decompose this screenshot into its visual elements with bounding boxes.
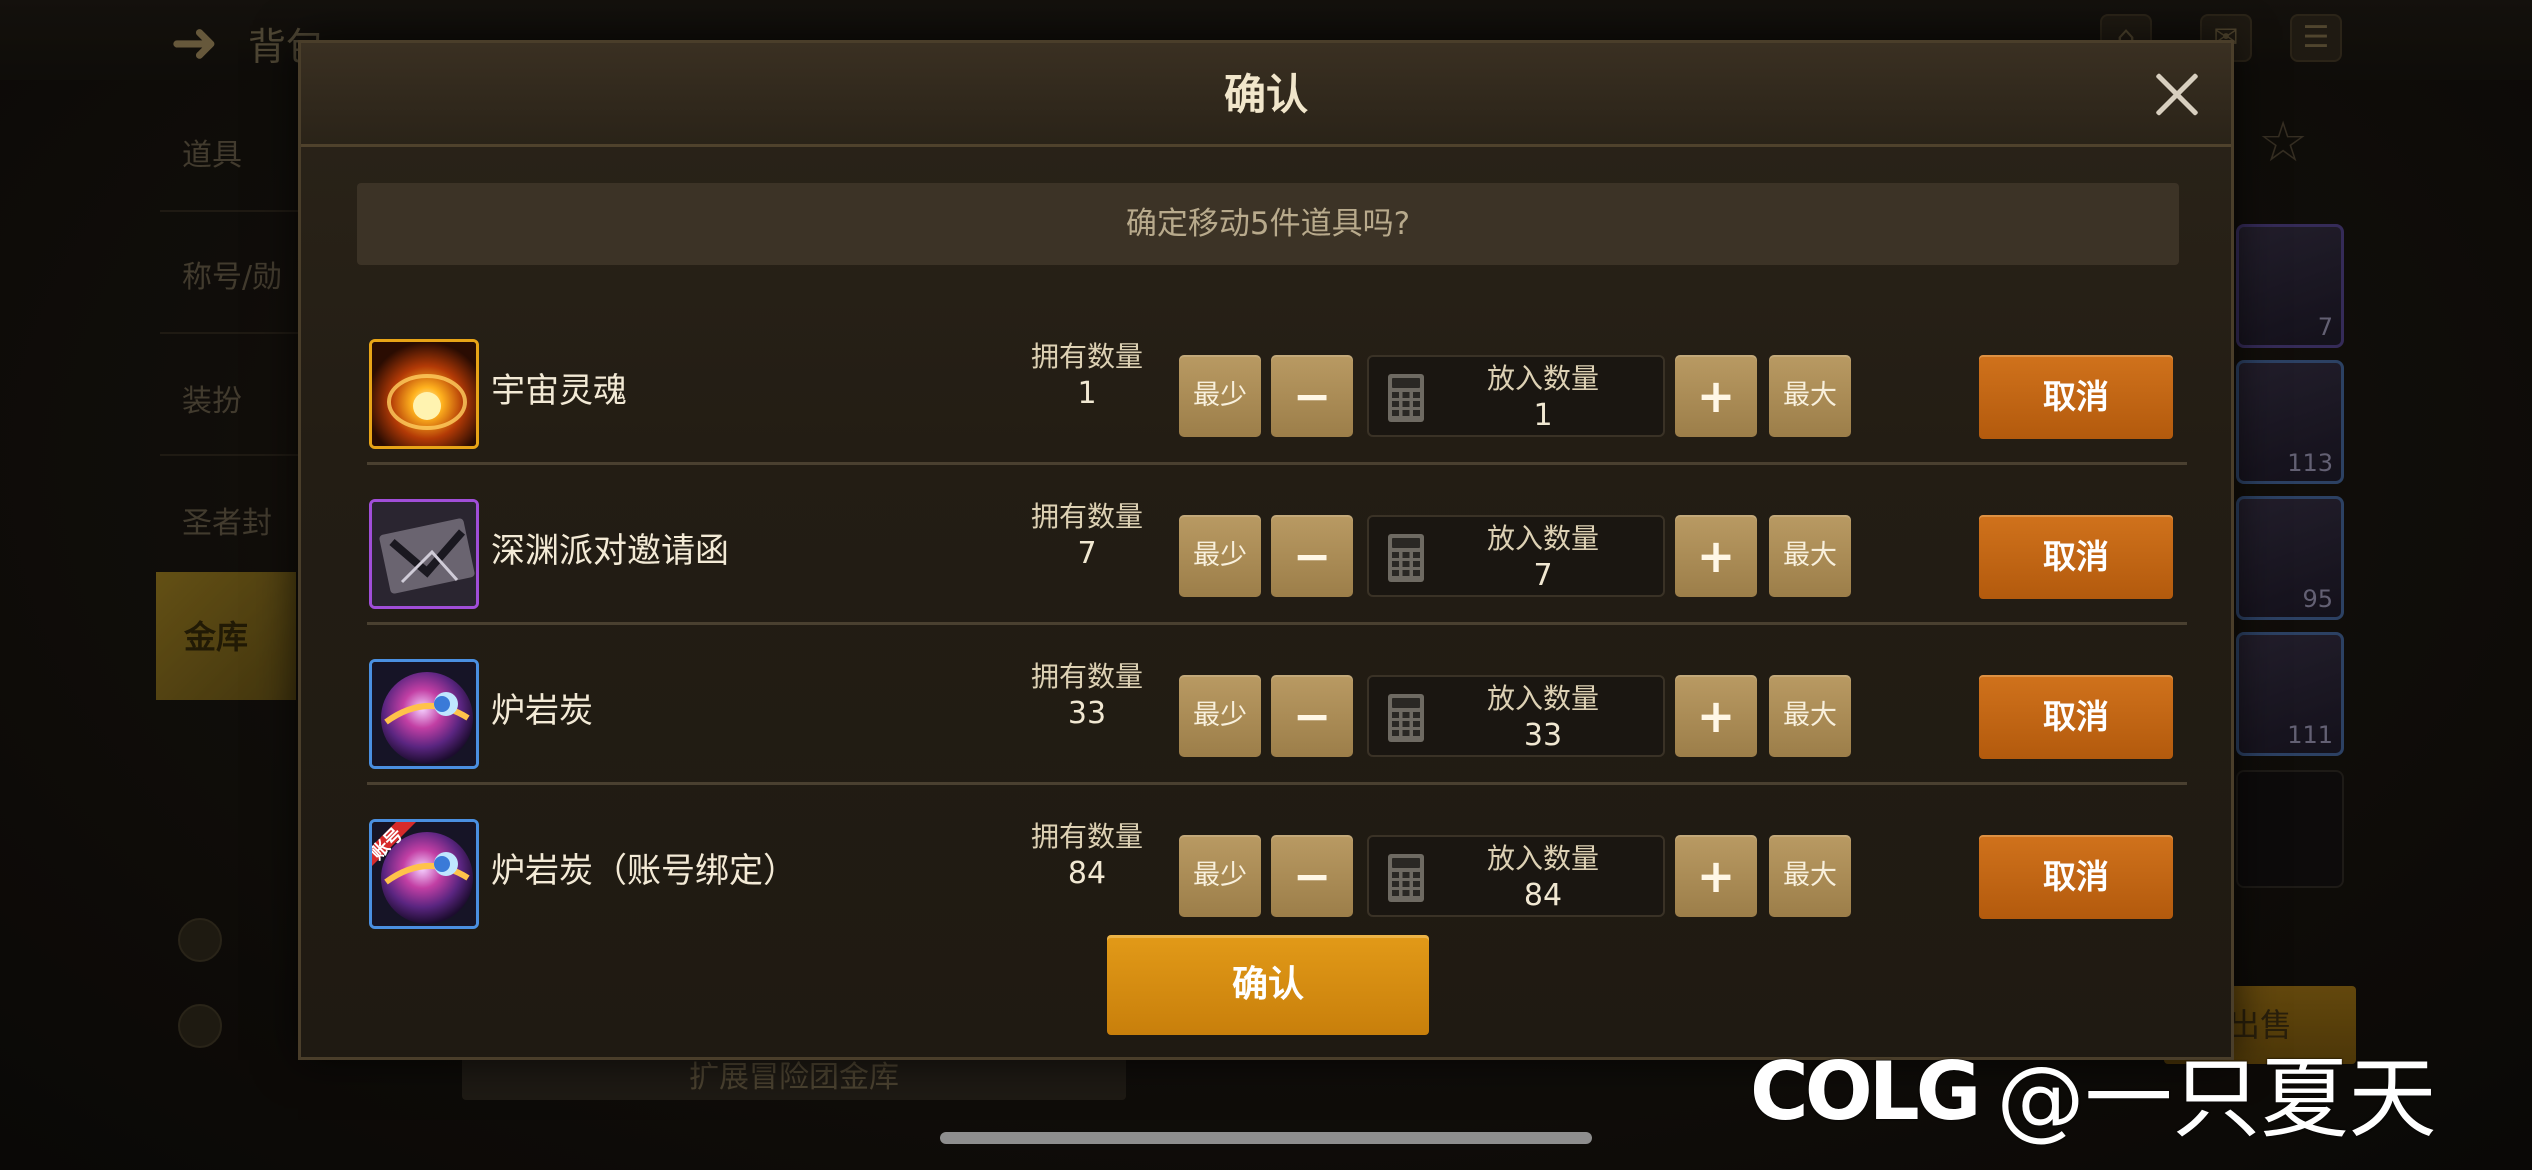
max-button[interactable]: 最大 — [1769, 835, 1851, 917]
put-in-value: 84 — [1523, 878, 1563, 913]
calculator-icon — [1388, 534, 1424, 582]
owned-label: 拥有数量 — [1030, 660, 1143, 693]
put-in-value: 33 — [1523, 718, 1563, 753]
close-icon[interactable] — [2145, 63, 2209, 127]
item-name: 深渊派对邀请函 — [491, 531, 729, 571]
game-screen: ➜ 背包 ⌂ ✉ ☰ 道具 称号/勋 装扮 圣者封 金库 扩展冒险团金库 ☆ 7… — [0, 0, 2532, 1170]
plus-icon: + — [1696, 849, 1736, 903]
home-indicator[interactable] — [940, 1132, 1592, 1144]
put-in-value: 1 — [1533, 398, 1553, 433]
put-in-quantity-input[interactable]: 放入数量 7 — [1367, 515, 1665, 597]
plus-icon: + — [1696, 689, 1736, 743]
decrease-button[interactable]: − — [1271, 515, 1353, 597]
item-row: 宇宙灵魂 拥有数量 1 最少 − 放入数量 1 + 最大 取消 — [367, 305, 2187, 465]
calculator-icon — [1388, 374, 1424, 422]
watermark-logo: COLG — [1750, 1045, 1981, 1138]
decrease-button[interactable]: − — [1271, 835, 1353, 917]
cancel-item-button[interactable]: 取消 — [1979, 355, 2173, 439]
item-row: 深渊派对邀请函 拥有数量 7 最少 − 放入数量 7 + 最大 取消 — [367, 465, 2187, 625]
owned-quantity: 拥有数量 84 — [1017, 819, 1157, 893]
item-row: 炉岩炭 拥有数量 33 最少 − 放入数量 33 + 最大 取消 — [367, 625, 2187, 785]
min-button[interactable]: 最少 — [1179, 835, 1261, 917]
cancel-item-button[interactable]: 取消 — [1979, 675, 2173, 759]
owned-label: 拥有数量 — [1030, 340, 1143, 373]
min-button[interactable]: 最少 — [1179, 515, 1261, 597]
calculator-icon — [1388, 854, 1424, 902]
owned-value: 33 — [1067, 696, 1107, 731]
put-in-quantity: 放入数量 33 — [1473, 681, 1613, 755]
put-in-quantity-input[interactable]: 放入数量 33 — [1367, 675, 1665, 757]
put-in-quantity: 放入数量 7 — [1473, 521, 1613, 595]
furnace-rock-charcoal-icon — [369, 659, 479, 769]
owned-value: 7 — [1077, 536, 1097, 571]
plus-icon: + — [1696, 529, 1736, 583]
increase-button[interactable]: + — [1675, 835, 1757, 917]
dialog-header: 确认 — [301, 43, 2231, 147]
furnace-rock-charcoal-bound-icon: 账号 — [369, 819, 479, 929]
owned-value: 84 — [1067, 856, 1107, 891]
max-button[interactable]: 最大 — [1769, 675, 1851, 757]
put-in-label: 放入数量 — [1486, 842, 1599, 875]
abyss-party-invitation-icon — [369, 499, 479, 609]
confirm-button[interactable]: 确认 — [1107, 935, 1429, 1035]
cancel-item-button[interactable]: 取消 — [1979, 515, 2173, 599]
put-in-label: 放入数量 — [1486, 682, 1599, 715]
cosmic-soul-icon — [369, 339, 479, 449]
min-button[interactable]: 最少 — [1179, 355, 1261, 437]
minus-icon: − — [1292, 369, 1332, 423]
put-in-quantity: 放入数量 84 — [1473, 841, 1613, 915]
put-in-quantity-input[interactable]: 放入数量 84 — [1367, 835, 1665, 917]
minus-icon: − — [1292, 849, 1332, 903]
item-name: 宇宙灵魂 — [491, 371, 627, 411]
owned-quantity: 拥有数量 1 — [1017, 339, 1157, 413]
put-in-label: 放入数量 — [1486, 362, 1599, 395]
owned-quantity: 拥有数量 33 — [1017, 659, 1157, 733]
confirm-dialog: 确认 确定移动5件道具吗? 宇宙灵魂 拥有数量 1 最少 − 放入数量 1 + … — [298, 40, 2234, 1060]
decrease-button[interactable]: − — [1271, 675, 1353, 757]
max-button[interactable]: 最大 — [1769, 515, 1851, 597]
watermark-text: @一只夏天 — [1996, 1047, 2437, 1150]
item-row: 账号 炉岩炭（账号绑定） 拥有数量 84 最少 − 放入数量 84 + 最大 取… — [367, 785, 2187, 945]
watermark: COLG @一只夏天 — [1750, 1028, 2436, 1150]
owned-label: 拥有数量 — [1030, 820, 1143, 853]
put-in-quantity-input[interactable]: 放入数量 1 — [1367, 355, 1665, 437]
decrease-button[interactable]: − — [1271, 355, 1353, 437]
owned-quantity: 拥有数量 7 — [1017, 499, 1157, 573]
calculator-icon — [1388, 694, 1424, 742]
cancel-item-button[interactable]: 取消 — [1979, 835, 2173, 919]
put-in-quantity: 放入数量 1 — [1473, 361, 1613, 435]
item-name: 炉岩炭（账号绑定） — [491, 851, 797, 891]
dialog-prompt: 确定移动5件道具吗? — [357, 183, 2179, 265]
item-name: 炉岩炭 — [491, 691, 593, 731]
dialog-title: 确认 — [1223, 70, 1308, 119]
max-button[interactable]: 最大 — [1769, 355, 1851, 437]
increase-button[interactable]: + — [1675, 675, 1757, 757]
minus-icon: − — [1292, 529, 1332, 583]
put-in-label: 放入数量 — [1486, 522, 1599, 555]
owned-label: 拥有数量 — [1030, 500, 1143, 533]
plus-icon: + — [1696, 369, 1736, 423]
minus-icon: − — [1292, 689, 1332, 743]
owned-value: 1 — [1077, 376, 1097, 411]
min-button[interactable]: 最少 — [1179, 675, 1261, 757]
increase-button[interactable]: + — [1675, 515, 1757, 597]
increase-button[interactable]: + — [1675, 355, 1757, 437]
put-in-value: 7 — [1533, 558, 1553, 593]
